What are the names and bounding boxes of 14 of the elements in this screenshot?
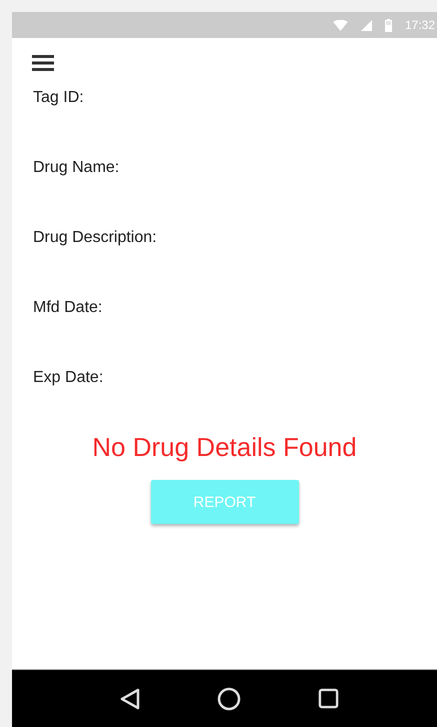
recents-icon[interactable] <box>318 688 339 709</box>
battery-icon <box>384 18 392 32</box>
home-icon[interactable] <box>216 686 241 710</box>
wifi-icon <box>332 20 348 30</box>
error-message: No Drug Details Found <box>91 432 358 462</box>
field-label: Exp Date: <box>33 368 104 388</box>
field-label: Tag ID: <box>33 88 85 108</box>
field-label: Drug Description: <box>33 228 158 248</box>
menu-icon[interactable] <box>32 55 54 71</box>
signal-icon <box>360 20 372 30</box>
report-button[interactable]: REPORT <box>150 480 298 524</box>
field-label: Mfd Date: <box>33 298 104 318</box>
field-label: Drug Name: <box>33 158 120 178</box>
back-icon[interactable] <box>120 688 140 710</box>
